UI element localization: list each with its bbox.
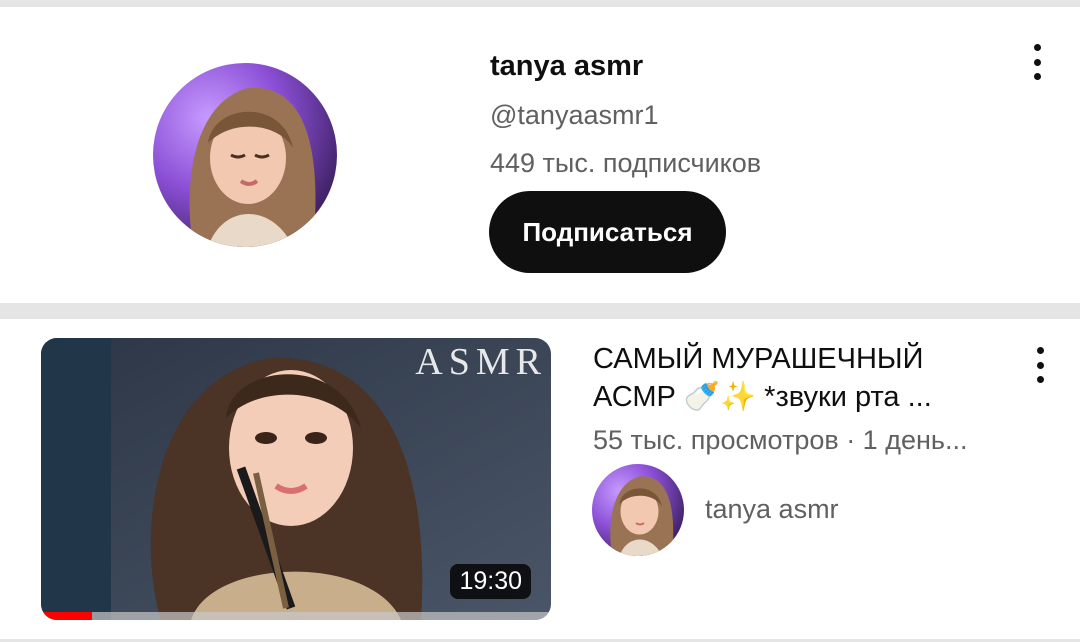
more-vert-icon[interactable] — [1031, 44, 1043, 80]
subscribe-button[interactable]: Подписаться — [489, 191, 726, 273]
channel-search-results: tanya asmr @tanyaasmr1 449 тыс. подписчи… — [0, 0, 1080, 642]
video-channel-avatar[interactable] — [592, 464, 684, 556]
video-channel-name[interactable]: tanya asmr — [705, 494, 839, 525]
watch-progress-fill — [41, 612, 92, 620]
thumbnail-overlay-text: ASMR — [415, 341, 547, 383]
video-metadata: 55 тыс. просмотров · 1 день... — [593, 425, 968, 455]
section-divider — [0, 303, 1080, 319]
watch-progress-bar — [41, 612, 551, 620]
video-title-line: САМЫЙ МУРАШЕЧНЫЙ — [593, 343, 924, 375]
subscriber-count: 449 тыс. подписчиков — [490, 148, 762, 178]
video-thumbnail[interactable]: ASMR 19:30 — [41, 338, 551, 620]
section-divider — [0, 0, 1080, 7]
video-title[interactable]: САМЫЙ МУРАШЕЧНЫЙ АСМР 🍼✨ *звуки рта ... — [593, 340, 983, 416]
channel-name[interactable]: tanya asmr — [490, 50, 643, 83]
channel-handle: @tanyaasmr1 — [490, 100, 659, 130]
video-duration: 19:30 — [450, 564, 531, 599]
video-title-line: АСМР 🍼✨ *звуки рта ... — [593, 381, 932, 413]
channel-avatar[interactable] — [153, 63, 337, 247]
more-vert-icon[interactable] — [1034, 347, 1046, 383]
